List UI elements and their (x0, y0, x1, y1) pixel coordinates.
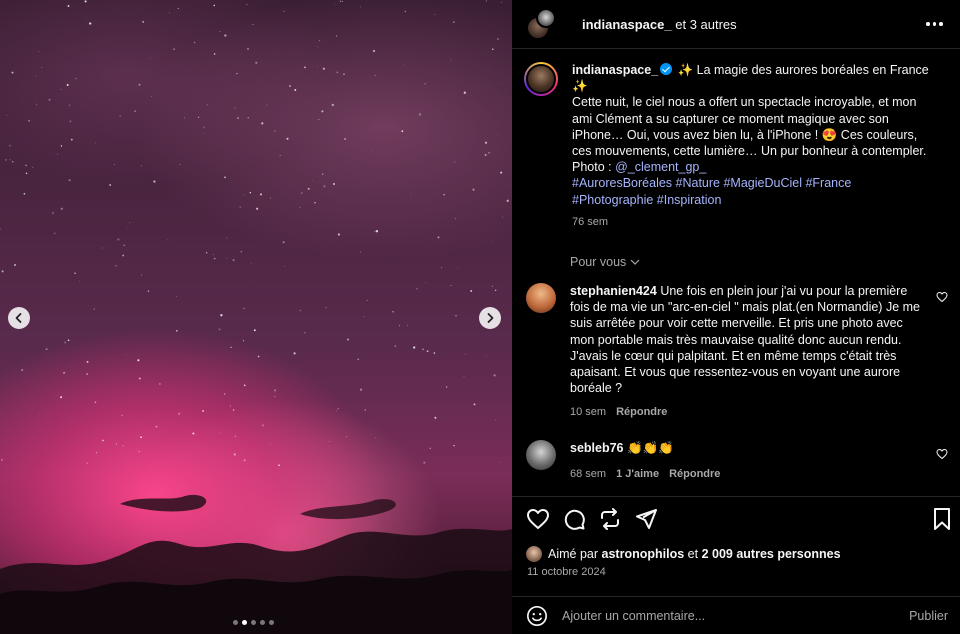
like-comment-heart-icon[interactable] (936, 291, 948, 303)
header-divider (512, 48, 960, 49)
comment-meta: 10 sem Répondre (570, 404, 922, 420)
comment-username[interactable]: stephanien424 (570, 284, 657, 298)
comment-text: Une fois en plein jour j'ai vu pour la p… (570, 284, 920, 396)
heart-icon[interactable] (526, 507, 550, 531)
carousel-dot (242, 620, 247, 625)
collaborators-avatar[interactable] (524, 6, 560, 42)
carousel-dot (260, 620, 265, 625)
repost-icon[interactable] (598, 507, 622, 531)
comment-likes-count[interactable]: 1 J'aime (616, 466, 659, 482)
comment-item: sebleb76 👏👏👏 68 sem 1 J'aime Répondre (524, 440, 948, 482)
caption-time: 76 sem (572, 215, 609, 228)
post-photo-aurora[interactable] (0, 0, 512, 634)
liker-username[interactable]: astronophilos (602, 547, 685, 561)
comment-body: sebleb76 👏👏👏 68 sem 1 J'aime Répondre (570, 440, 922, 482)
comment-item: stephanien424 Une fois en plein jour j'a… (524, 283, 948, 421)
avatar[interactable] (526, 283, 556, 313)
post-date: 11 octobre 2024 (527, 566, 606, 578)
collaborators-text[interactable]: et 3 autres (675, 17, 736, 32)
avatar[interactable] (526, 440, 556, 470)
caption-text: indianaspace_ ✨ La magie des aurores bor… (572, 62, 936, 230)
comment-body: stephanien424 Une fois en plein jour j'a… (570, 283, 922, 421)
avatar (536, 8, 556, 28)
chevron-left-icon (15, 313, 22, 323)
carousel-indicator (233, 620, 274, 625)
comment-input[interactable] (562, 608, 910, 623)
like-comment-heart-icon[interactable] (936, 448, 948, 460)
sort-label: Pour vous (570, 255, 627, 269)
bookmark-icon[interactable] (930, 507, 954, 531)
comment-text: 👏👏👏 (627, 441, 674, 455)
previous-slide-button[interactable] (8, 307, 30, 329)
post-author: indianaspace_ et 3 autres (582, 17, 737, 32)
post-viewer: indianaspace_ et 3 autres indianaspace_ … (0, 0, 960, 634)
chevron-right-icon (487, 313, 494, 323)
comment-username[interactable]: sebleb76 (570, 441, 624, 455)
more-icon (926, 22, 943, 26)
comment-meta: 68 sem 1 J'aime Répondre (570, 466, 922, 482)
author-username[interactable]: indianaspace_ (582, 17, 672, 32)
caption-username[interactable]: indianaspace_ (572, 63, 658, 77)
next-slide-button[interactable] (479, 307, 501, 329)
comment-icon[interactable] (562, 507, 586, 531)
verified-badge-icon (660, 63, 673, 75)
actions-divider (512, 496, 960, 497)
post-header: indianaspace_ et 3 autres (512, 0, 960, 48)
comments-sort-dropdown[interactable]: Pour vous (570, 255, 640, 269)
likes-connector: et (687, 547, 699, 561)
publish-button[interactable]: Publier (909, 609, 948, 623)
emoji-icon[interactable] (526, 605, 548, 627)
carousel-dot (269, 620, 274, 625)
post-actions (524, 507, 950, 533)
comment-time: 10 sem (570, 406, 607, 419)
likes-summary: Aimé par astronophilos et 2 009 autres p… (526, 546, 841, 562)
share-icon[interactable] (634, 507, 658, 531)
mention-link[interactable]: @_clement_gp_ (615, 160, 706, 174)
chevron-down-icon (630, 259, 640, 265)
author-avatar[interactable] (524, 62, 558, 96)
reply-button[interactable]: Répondre (669, 466, 720, 482)
carousel-dot (233, 620, 238, 625)
dark-clouds (0, 494, 512, 634)
reply-button[interactable]: Répondre (616, 404, 667, 420)
likes-count[interactable]: 2 009 autres personnes (702, 547, 841, 561)
post-caption: indianaspace_ ✨ La magie des aurores bor… (524, 62, 948, 230)
more-options-button[interactable] (926, 16, 946, 32)
hashtags[interactable]: #AuroresBoréales #Nature #MagieDuCiel #F… (572, 176, 851, 206)
avatar (526, 546, 542, 562)
comment-composer: Publier (512, 597, 960, 634)
comment-time: 68 sem (570, 468, 607, 481)
post-details-panel: indianaspace_ et 3 autres indianaspace_ … (512, 0, 960, 634)
carousel-dot (251, 620, 256, 625)
likes-prefix: Aimé par (548, 547, 599, 561)
